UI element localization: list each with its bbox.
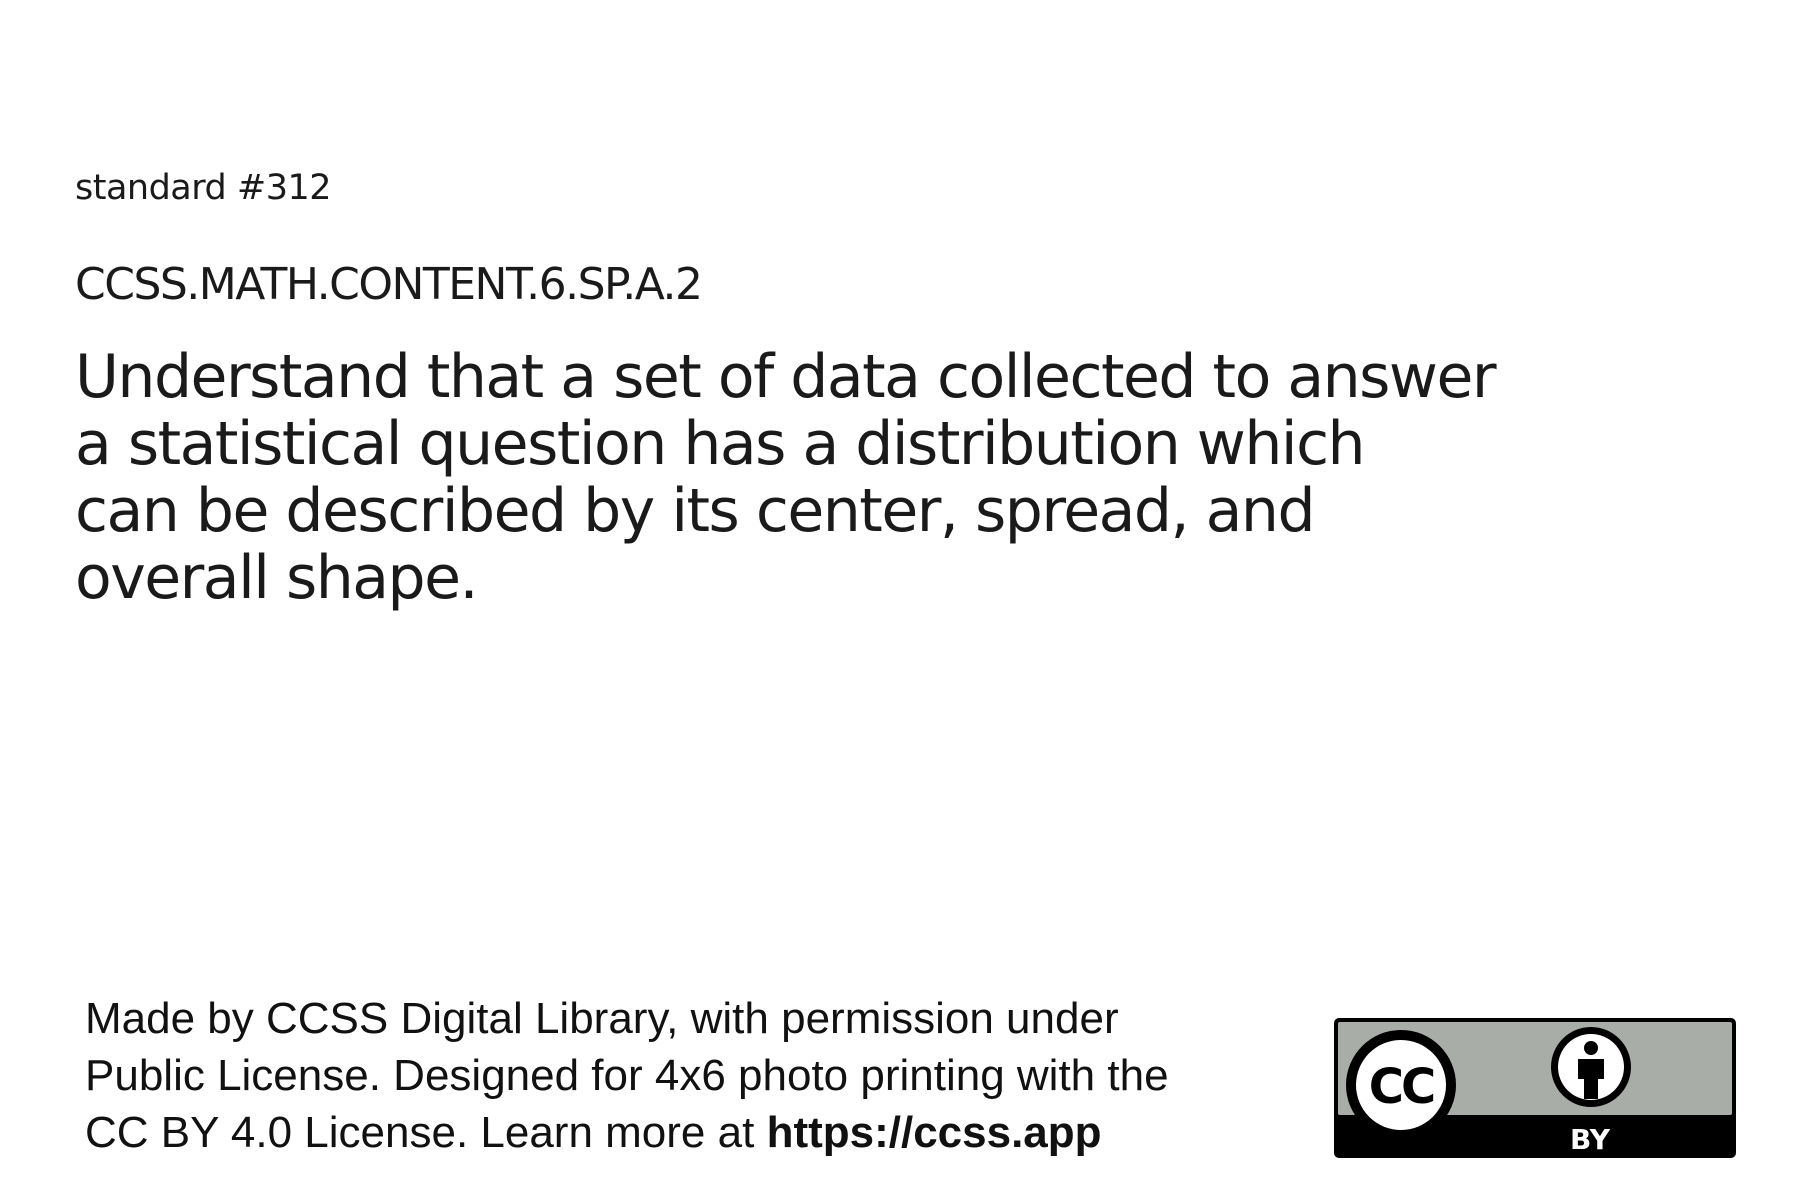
attribution-line: Public License. Designed for 4x6 photo p… (85, 1051, 1169, 1100)
attribution-text: Made by CCSS Digital Library, with permi… (85, 990, 1335, 1161)
attribution-line: CC BY 4.0 License. Learn more at https:/… (85, 1104, 1335, 1161)
attribution-line-prefix: CC BY 4.0 License. Learn more at (85, 1108, 767, 1157)
person-attribution-icon (1551, 1027, 1631, 1107)
cc-icon: CC (1346, 1030, 1456, 1140)
attribution-line: Made by CCSS Digital Library, with permi… (85, 994, 1119, 1043)
cc-icon-text: CC (1369, 1059, 1434, 1115)
standard-description-line: overall shape. (75, 543, 479, 613)
standard-description-line: Understand that a set of data collected … (75, 342, 1497, 412)
standard-card: standard #312 CCSS.MATH.CONTENT.6.SP.A.2… (0, 0, 1800, 1200)
standard-code: CCSS.MATH.CONTENT.6.SP.A.2 (75, 259, 703, 310)
standard-description-line: a statistical question has a distributio… (75, 409, 1366, 479)
cc-by-license-badge[interactable]: CC BY (1333, 1017, 1737, 1159)
standard-number: standard #312 (75, 168, 332, 208)
standard-description-line: can be described by its center, spread, … (75, 476, 1316, 546)
ccss-app-link[interactable]: https://ccss.app (767, 1108, 1102, 1157)
by-label: BY (1570, 1123, 1611, 1156)
standard-description: Understand that a set of data collected … (75, 344, 1595, 612)
